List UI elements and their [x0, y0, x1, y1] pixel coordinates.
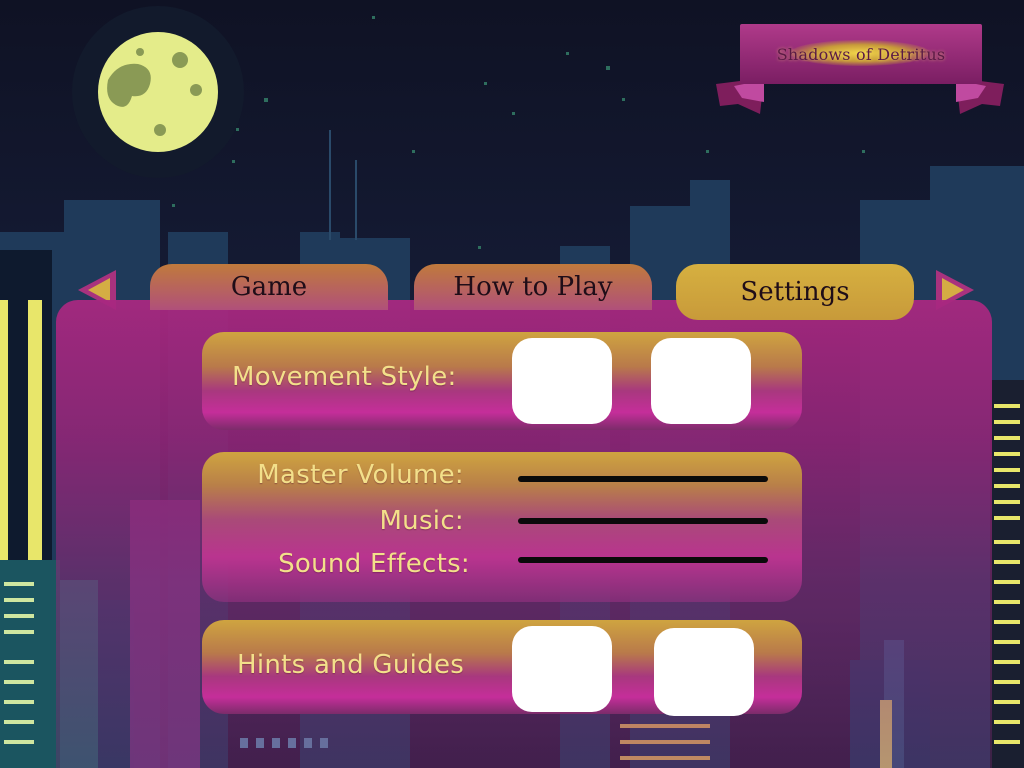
- master-volume-label: Master Volume:: [257, 460, 464, 490]
- movement-option-2[interactable]: [651, 338, 751, 424]
- music-label: Music:: [379, 506, 464, 536]
- moon: [72, 6, 244, 178]
- tab-settings[interactable]: Settings: [676, 264, 914, 320]
- movement-option-1[interactable]: [512, 338, 612, 424]
- master-volume-slider[interactable]: [518, 476, 768, 482]
- music-volume-slider[interactable]: [518, 518, 768, 524]
- sound-effects-label: Sound Effects:: [278, 549, 470, 579]
- sound-effects-slider[interactable]: [518, 557, 768, 563]
- tab-how-to-play[interactable]: How to Play: [414, 264, 652, 310]
- tab-label: Settings: [740, 277, 850, 307]
- hints-option-1[interactable]: [512, 626, 612, 712]
- hints-and-guides-label: Hints and Guides: [237, 650, 465, 680]
- banner-body: Shadows of Detritus: [740, 24, 982, 84]
- hints-option-2[interactable]: [654, 628, 754, 716]
- game-title: Shadows of Detritus: [776, 44, 946, 64]
- tab-game[interactable]: Game: [150, 264, 388, 310]
- spires: [329, 130, 357, 240]
- movement-style-label: Movement Style:: [232, 362, 457, 392]
- tab-label: How to Play: [453, 272, 613, 302]
- title-banner: Shadows of Detritus: [712, 22, 1008, 126]
- tab-label: Game: [230, 272, 308, 302]
